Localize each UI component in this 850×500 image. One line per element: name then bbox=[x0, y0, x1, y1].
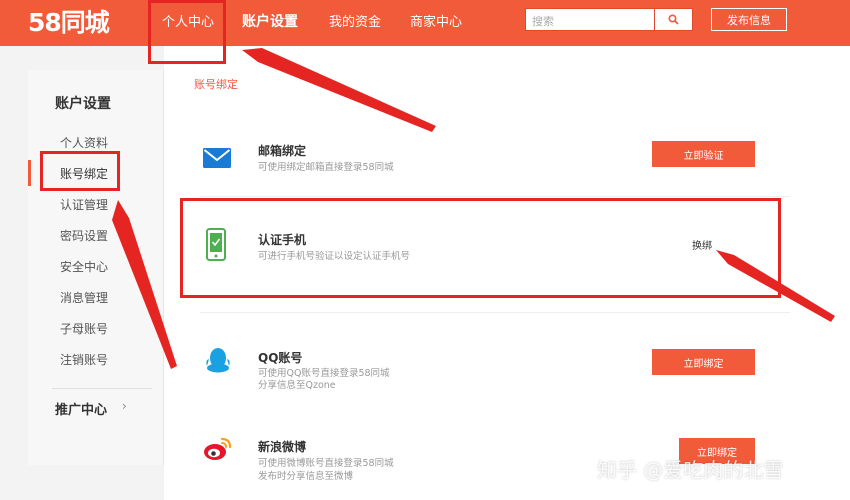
card-desc-weibo-line1: 可使用微博账号直接登录58同城 bbox=[258, 458, 394, 469]
bind-qq-button[interactable]: 立即绑定 bbox=[652, 349, 755, 375]
card-title-weibo: 新浪微博 bbox=[258, 440, 307, 454]
sidebar: 账户设置 个人资料 账号绑定 认证管理 密码设置 安全中心 消息管理 子母账号 … bbox=[28, 70, 164, 465]
search-button[interactable] bbox=[655, 8, 693, 31]
row-divider bbox=[200, 196, 790, 197]
annotation-box-account-binding bbox=[40, 151, 120, 191]
card-title-email: 邮箱绑定 bbox=[258, 144, 307, 158]
sidebar-item-messages[interactable]: 消息管理 bbox=[60, 289, 108, 306]
verify-email-button[interactable]: 立即验证 bbox=[652, 141, 755, 167]
qq-icon bbox=[206, 348, 230, 373]
card-title-qq: QQ账号 bbox=[258, 351, 303, 365]
publish-button[interactable]: 发布信息 bbox=[711, 8, 787, 31]
watermark: 知乎 @爱吃肉的北雪 bbox=[597, 458, 784, 482]
breadcrumb: 账号绑定 bbox=[194, 78, 238, 91]
sidebar-divider bbox=[52, 388, 152, 389]
nav-account-settings[interactable]: 账户设置 bbox=[242, 11, 298, 31]
site-logo[interactable]: 58同城 bbox=[28, 3, 110, 39]
top-header: 58同城 个人中心 账户设置 我的资金 商家中心 搜索 发布信息 bbox=[0, 0, 850, 46]
mail-icon bbox=[203, 148, 231, 168]
card-desc-qq-line2: 分享信息至Qzone bbox=[258, 380, 336, 391]
card-desc-weibo-line2: 发布时分享信息至微博 bbox=[258, 471, 354, 482]
nav-merchant-center[interactable]: 商家中心 bbox=[410, 11, 462, 30]
sidebar-item-security[interactable]: 安全中心 bbox=[60, 258, 108, 275]
chevron-right-icon[interactable]: › bbox=[122, 399, 127, 413]
search-icon bbox=[668, 14, 679, 25]
sidebar-item-deactivate[interactable]: 注销账号 bbox=[60, 351, 108, 368]
sidebar-item-verification[interactable]: 认证管理 bbox=[60, 196, 108, 213]
nav-my-funds[interactable]: 我的资金 bbox=[329, 11, 381, 30]
sidebar-item-password[interactable]: 密码设置 bbox=[60, 227, 108, 244]
row-divider bbox=[200, 312, 790, 313]
sidebar-promo-center[interactable]: 推广中心 bbox=[55, 399, 107, 418]
annotation-box-phone-card bbox=[180, 198, 781, 298]
card-desc-email: 可使用绑定邮箱直接登录58同城 bbox=[258, 162, 394, 173]
card-desc-qq-line1: 可使用QQ账号直接登录58同城 bbox=[258, 368, 390, 379]
search-input[interactable]: 搜索 bbox=[525, 8, 655, 31]
sidebar-active-marker bbox=[28, 160, 31, 186]
sidebar-item-sub-accounts[interactable]: 子母账号 bbox=[60, 320, 108, 337]
sidebar-item-profile[interactable]: 个人资料 bbox=[60, 134, 108, 151]
sidebar-title: 账户设置 bbox=[55, 96, 111, 112]
weibo-icon bbox=[204, 437, 232, 460]
annotation-box-personal-center bbox=[148, 0, 226, 64]
